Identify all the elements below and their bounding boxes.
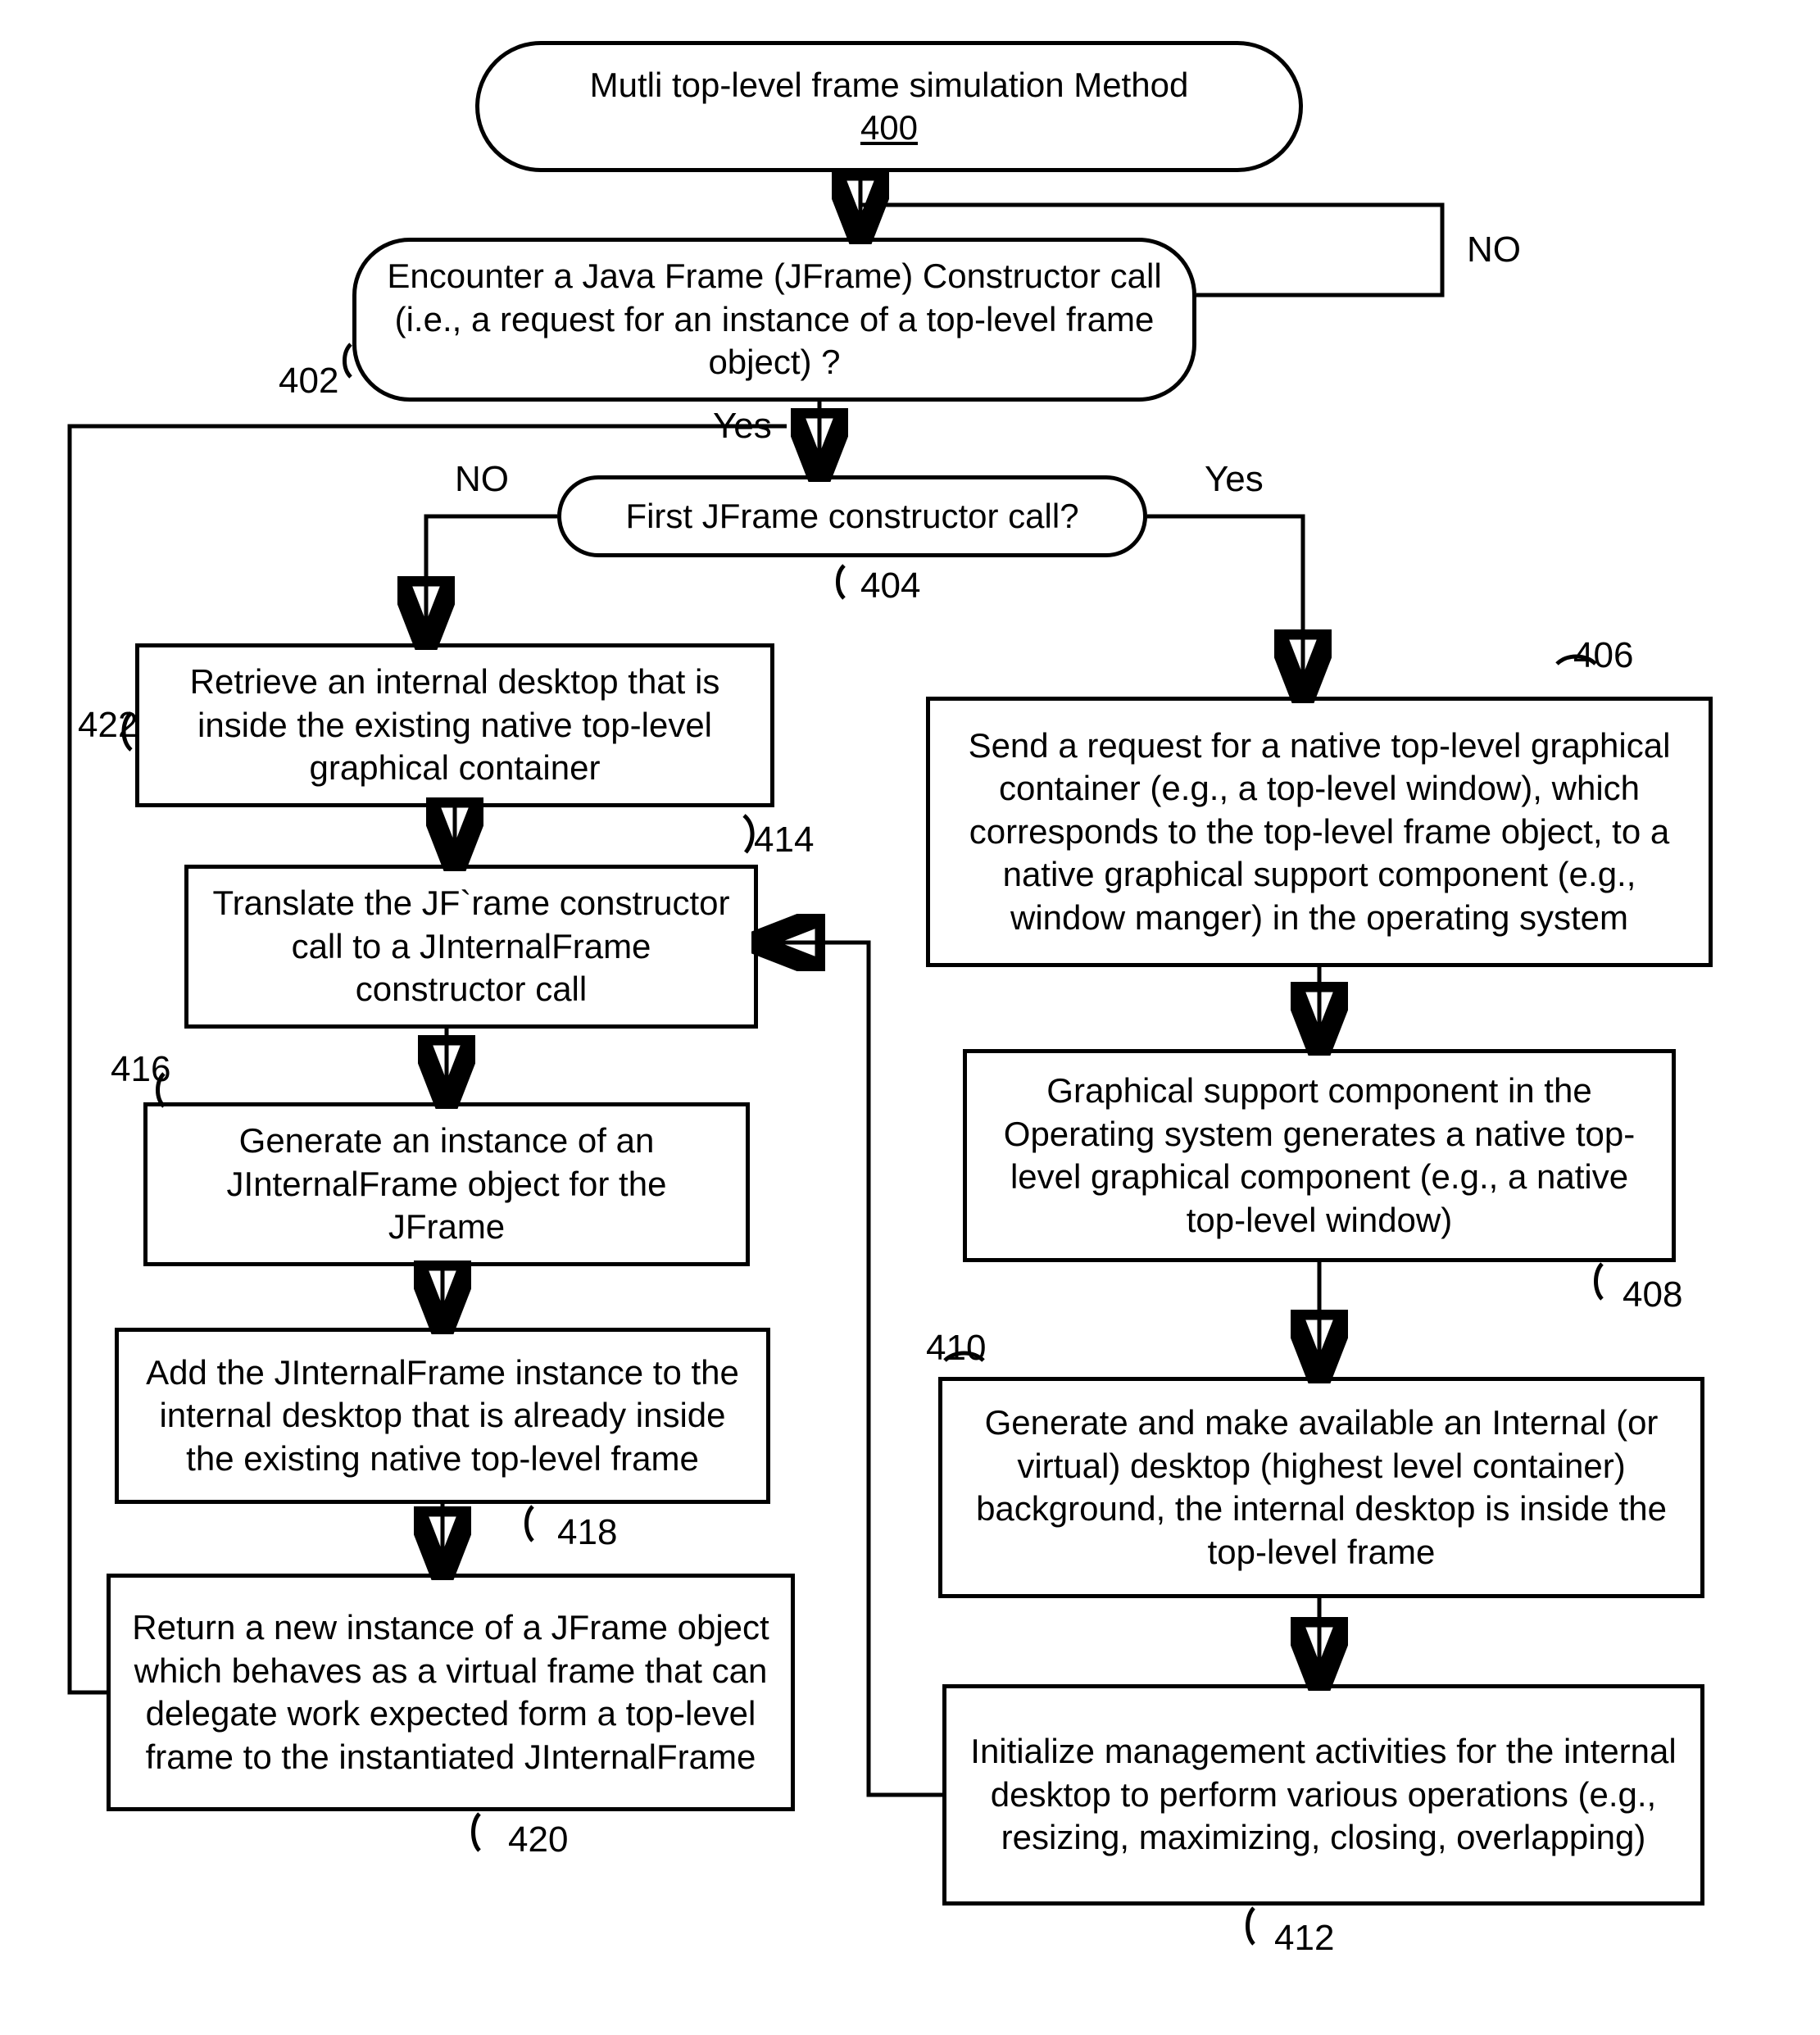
node-416-process: Generate an instance of an JInternalFram… <box>143 1102 750 1266</box>
ref-416: 416 <box>111 1049 170 1090</box>
label-402-no: NO <box>1467 229 1521 270</box>
ref-402: 402 <box>279 361 338 402</box>
ref-404: 404 <box>860 566 920 606</box>
node-400-line1: Mutli top-level frame simulation Method <box>590 66 1189 104</box>
node-408-process: Graphical support component in the Opera… <box>963 1049 1676 1262</box>
node-400-line2: 400 <box>860 108 918 147</box>
node-420-text: Return a new instance of a JFrame object… <box>127 1606 774 1778</box>
ref-414: 414 <box>754 820 814 861</box>
ref-422: 422 <box>78 705 138 746</box>
node-422-process: Retrieve an internal desktop that is ins… <box>135 643 774 807</box>
node-418-text: Add the JInternalFrame instance to the i… <box>135 1351 750 1481</box>
node-414-text: Translate the JF`rame constructor call t… <box>205 882 738 1011</box>
ref-410: 410 <box>926 1328 986 1369</box>
node-404-text: First JFrame constructor call? <box>625 495 1078 538</box>
node-416-text: Generate an instance of an JInternalFram… <box>164 1120 729 1249</box>
ref-420: 420 <box>508 1819 568 1860</box>
node-410-text: Generate and make available an Internal … <box>959 1401 1684 1574</box>
node-420-process: Return a new instance of a JFrame object… <box>107 1574 795 1811</box>
ref-418: 418 <box>557 1512 617 1553</box>
label-402-yes: Yes <box>713 406 772 447</box>
node-412-text: Initialize management activities for the… <box>963 1730 1684 1860</box>
node-418-process: Add the JInternalFrame instance to the i… <box>115 1328 770 1504</box>
ref-406: 406 <box>1573 635 1633 676</box>
node-422-text: Retrieve an internal desktop that is ins… <box>156 661 754 790</box>
ref-412: 412 <box>1274 1918 1334 1959</box>
label-404-no: NO <box>455 459 509 500</box>
node-410-process: Generate and make available an Internal … <box>938 1377 1704 1598</box>
node-402-decision: Encounter a Java Frame (JFrame) Construc… <box>352 238 1196 402</box>
ref-408: 408 <box>1623 1274 1682 1315</box>
node-402-text: Encounter a Java Frame (JFrame) Construc… <box>373 255 1176 384</box>
flowchart-canvas: Mutli top-level frame simulation Method … <box>0 0 1820 2035</box>
node-400-terminator: Mutli top-level frame simulation Method … <box>475 41 1303 172</box>
node-412-process: Initialize management activities for the… <box>942 1684 1704 1906</box>
node-414-process: Translate the JF`rame constructor call t… <box>184 865 758 1029</box>
node-408-text: Graphical support component in the Opera… <box>983 1070 1655 1242</box>
node-406-text: Send a request for a native top-level gr… <box>946 725 1692 940</box>
node-406-process: Send a request for a native top-level gr… <box>926 697 1713 967</box>
node-404-decision: First JFrame constructor call? <box>557 475 1147 557</box>
label-404-yes: Yes <box>1205 459 1264 500</box>
